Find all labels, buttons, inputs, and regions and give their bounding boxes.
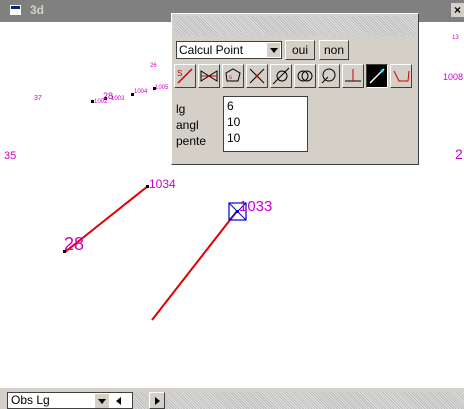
mode-select-value: Calcul Point (179, 43, 244, 57)
scroll-left-icon[interactable] (113, 394, 125, 408)
scroll-right-icon[interactable] (149, 392, 165, 409)
polygon-label-icon[interactable]: s (222, 64, 244, 88)
svg-text:s: s (229, 75, 232, 81)
line-circle-icon[interactable] (270, 64, 292, 88)
point-label: 1004 (134, 89, 148, 95)
field-value-angl[interactable]: 10 (227, 115, 240, 129)
field-label-lg: lg (176, 102, 186, 116)
parameter-input-box[interactable]: 6 10 10 (223, 96, 308, 152)
point-label: 37 (34, 95, 42, 102)
observation-select-value: Obs Lg (11, 393, 50, 407)
field-label-angl: angl (176, 118, 199, 132)
window-title: 3d (30, 3, 45, 17)
observation-select[interactable]: Obs Lg (7, 392, 133, 409)
field-label-pente: pente (176, 134, 207, 148)
chevron-down-icon[interactable] (95, 394, 109, 408)
line-segment[interactable] (151, 210, 238, 321)
tool-palette: S s (174, 64, 418, 88)
status-bar: Obs Lg (0, 388, 464, 409)
point-label: 35 (4, 150, 16, 162)
point-label: 28 (64, 234, 84, 254)
line-intersection-icon[interactable] (246, 64, 268, 88)
calcul-tool-window[interactable]: Calcul Point oui non S s lg angl pente 6… (171, 13, 419, 165)
point-label: 1034 (149, 177, 176, 191)
bow-tie-icon[interactable] (198, 64, 220, 88)
point-label: 1008 (443, 72, 463, 82)
close-button[interactable]: × (451, 3, 464, 17)
svg-text:S: S (177, 69, 182, 78)
point-label: 13 (452, 35, 459, 41)
tool-window-titlebar[interactable] (174, 16, 416, 36)
point-label: 1005 (155, 85, 169, 91)
no-button[interactable]: non (319, 40, 349, 60)
window-icon (10, 5, 21, 15)
yes-button[interactable]: oui (285, 40, 315, 60)
mode-select[interactable]: Calcul Point (176, 41, 282, 59)
point-label: 1003 (111, 96, 125, 102)
extend-line-icon[interactable] (366, 64, 388, 88)
horizontal-scrollbar[interactable] (133, 392, 464, 409)
field-value-pente[interactable]: 10 (227, 131, 240, 145)
point-label: 26 (150, 63, 157, 69)
two-circles-icon[interactable] (294, 64, 316, 88)
perpendicular-distance-icon[interactable]: S (174, 64, 196, 88)
angle-icon[interactable] (390, 64, 412, 88)
circle-polygon-icon[interactable] (318, 64, 340, 88)
point-label: 1033 (239, 198, 272, 215)
chevron-down-icon[interactable] (266, 43, 280, 57)
field-value-lg[interactable]: 6 (227, 99, 234, 113)
point-label: 2 (455, 146, 463, 162)
perpendicular-icon[interactable] (342, 64, 364, 88)
